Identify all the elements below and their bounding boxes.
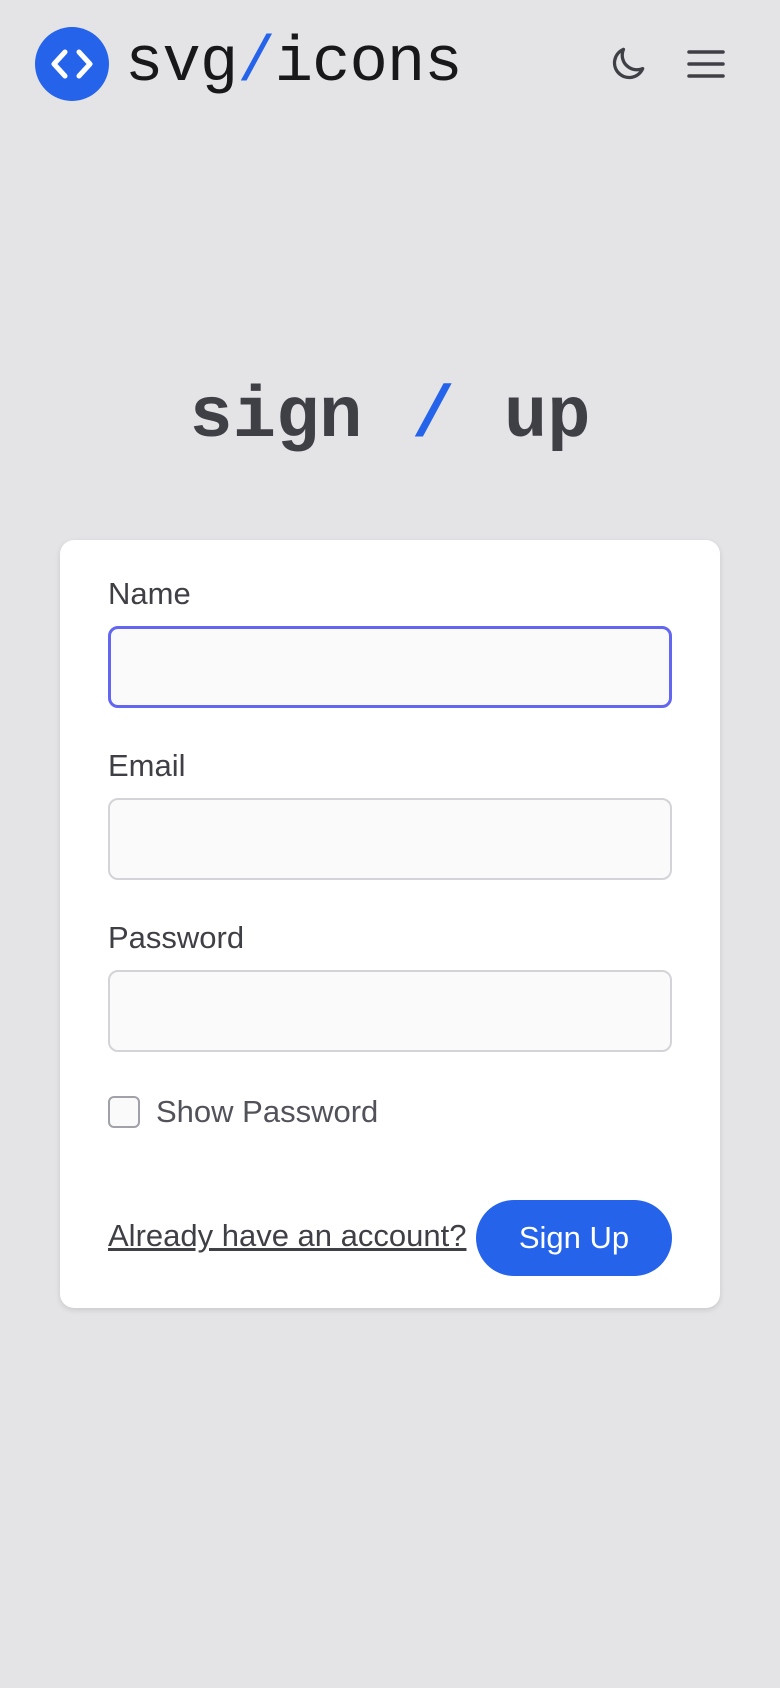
logo-slash: / — [237, 28, 275, 100]
code-brackets-icon — [35, 27, 109, 101]
name-label: Name — [108, 576, 191, 611]
show-password-label: Show Password — [156, 1094, 379, 1129]
show-password-checkbox[interactable] — [108, 1096, 140, 1128]
signup-form-card: Name Email Password Show Password Alread… — [60, 540, 720, 1308]
email-field[interactable] — [108, 798, 672, 880]
password-field[interactable] — [108, 970, 672, 1052]
moon-icon — [606, 42, 650, 89]
hamburger-menu-icon — [686, 47, 726, 84]
page-title: sign / up — [0, 372, 780, 462]
title-left: sign — [189, 376, 363, 458]
title-slash: / — [411, 376, 455, 458]
logo-text-left: svg — [125, 28, 238, 100]
theme-toggle-button[interactable] — [603, 40, 653, 90]
name-field[interactable] — [108, 626, 672, 708]
menu-button[interactable] — [681, 40, 731, 90]
logo-link[interactable]: svg/icons — [35, 27, 463, 101]
logo-text: svg/icons — [125, 27, 463, 101]
site-header: svg/icons — [0, 0, 780, 130]
sign-up-button[interactable]: Sign Up — [476, 1200, 672, 1276]
page: svg/icons sign / up Name Email Password … — [0, 0, 780, 1688]
show-password-row[interactable]: Show Password — [108, 1092, 378, 1132]
title-right: up — [504, 376, 591, 458]
login-link[interactable]: Already have an account? — [108, 1216, 466, 1256]
password-label: Password — [108, 920, 245, 955]
logo-text-right: icons — [274, 28, 463, 100]
email-label: Email — [108, 748, 186, 783]
